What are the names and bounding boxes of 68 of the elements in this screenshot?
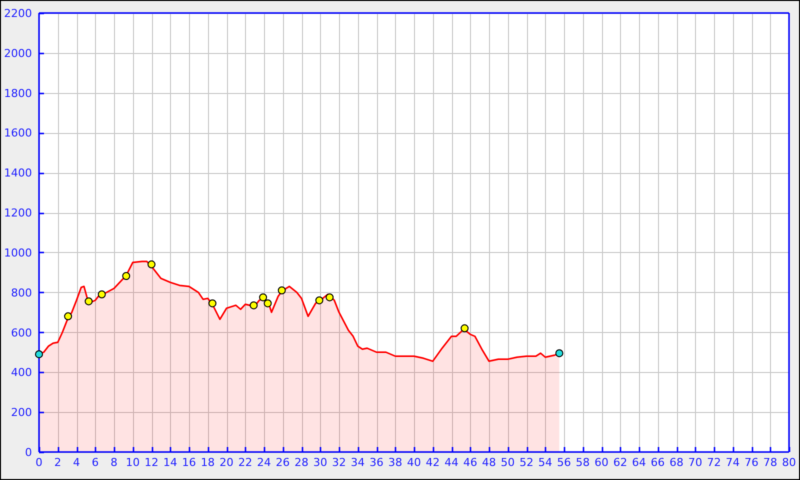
x-tick-label: 18 — [200, 456, 215, 469]
y-tick-label: 800 — [11, 286, 32, 300]
point-marker — [98, 290, 106, 298]
x-tick-label: 56 — [557, 456, 571, 469]
x-tick-label: 6 — [92, 456, 99, 469]
y-tick-label: 1800 — [4, 86, 32, 100]
point-marker — [326, 293, 334, 302]
x-tick-label: 14 — [163, 456, 178, 469]
point-marker — [315, 296, 324, 304]
x-tick-label: 44 — [444, 456, 458, 469]
x-tick-label: 76 — [744, 456, 758, 469]
x-tick-label: 58 — [576, 456, 590, 469]
x-tick-label: 64 — [632, 456, 646, 469]
x-tick-label: 74 — [726, 456, 740, 469]
x-tick-label: 50 — [500, 456, 515, 469]
x-tick-label: 8 — [110, 456, 118, 469]
point-marker — [555, 349, 564, 358]
point-marker — [259, 293, 268, 302]
y-tick-label: 600 — [11, 326, 32, 340]
y-tick-label: 400 — [11, 366, 32, 380]
x-tick-label: 40 — [407, 456, 421, 469]
point-marker — [84, 297, 93, 306]
x-tick-label: 0 — [36, 456, 42, 469]
point-marker — [35, 350, 43, 358]
x-tick-label: 36 — [370, 456, 384, 469]
point-marker — [460, 324, 469, 332]
x-tick-label: 42 — [426, 456, 440, 469]
point-marker — [250, 301, 258, 310]
x-tick-label: 10 — [126, 456, 140, 469]
x-tick-label: 24 — [257, 456, 271, 469]
x-tick-label: 78 — [763, 456, 778, 469]
x-tick-label: 4 — [73, 456, 80, 469]
point-marker — [148, 260, 156, 268]
x-tick-label: 20 — [220, 456, 234, 469]
point-marker — [264, 299, 272, 308]
x-tick-label: 30 — [313, 456, 328, 469]
point-marker — [278, 286, 286, 294]
x-tick-label: 2 — [54, 456, 62, 469]
x-tick-label: 54 — [538, 456, 552, 469]
y-tick-label: 1400 — [4, 166, 32, 180]
y-tick-label: 0 — [25, 446, 32, 459]
point-marker — [64, 312, 72, 320]
x-tick-label: 12 — [144, 456, 158, 469]
x-tick-label: 80 — [782, 456, 796, 469]
x-tick-label: 38 — [388, 456, 402, 469]
x-tick-label: 32 — [332, 456, 346, 469]
y-tick-label: 2000 — [4, 46, 32, 60]
x-tick-label: 22 — [238, 456, 252, 469]
x-tick-label: 60 — [594, 456, 608, 469]
x-tick-label: 70 — [688, 456, 702, 469]
x-tick-label: 26 — [276, 456, 290, 469]
x-tick-label: 46 — [463, 456, 478, 469]
x-tick-label: 66 — [650, 456, 665, 469]
x-tick-label: 16 — [182, 456, 196, 469]
y-tick-label: 1000 — [4, 246, 32, 260]
x-tick-label: 28 — [294, 456, 308, 469]
x-tick-label: 72 — [707, 456, 721, 469]
x-tick-label: 62 — [613, 456, 628, 469]
point-marker — [122, 272, 130, 280]
x-tick-label: 34 — [350, 456, 365, 469]
y-tick-label: 1200 — [4, 206, 32, 220]
point-marker — [208, 299, 216, 308]
x-tick-label: 68 — [670, 456, 684, 469]
y-tick-label: 2200 — [4, 7, 32, 20]
y-tick-label: 1600 — [4, 126, 32, 140]
x-tick-label: 52 — [520, 456, 534, 469]
x-tick-label: 48 — [482, 456, 496, 469]
y-tick-label: 200 — [11, 406, 32, 420]
